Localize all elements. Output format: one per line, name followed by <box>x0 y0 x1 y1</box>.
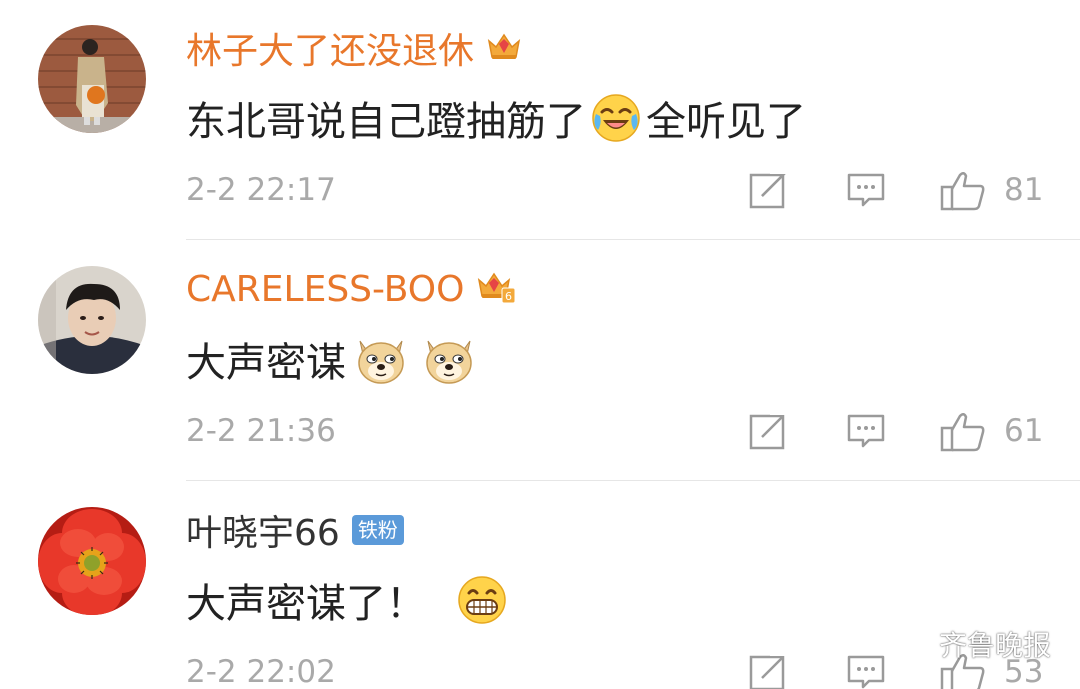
doge-emoji-icon <box>422 333 476 385</box>
watermark: 齐鲁晚报 <box>893 620 1051 668</box>
wechat-icon <box>893 627 933 661</box>
username[interactable]: 林子大了还没退休 <box>186 22 474 74</box>
thumbs-up-icon[interactable] <box>940 170 986 212</box>
comment-actions: 61 <box>748 407 1048 455</box>
iron-fan-badge: 铁粉 <box>351 515 404 545</box>
comment-icon[interactable] <box>846 411 886 451</box>
svg-text:6: 6 <box>505 290 512 303</box>
crown-vip-6-icon: 6 <box>476 270 516 308</box>
watermark-text: 齐鲁晚报 <box>939 629 1052 662</box>
comment-text-part: 全听见了 <box>646 99 806 145</box>
comment-text-part: 大声密谋了！ <box>186 581 426 627</box>
like-count: 81 <box>1004 172 1044 208</box>
timestamp: 2-2 22:02 <box>186 654 336 689</box>
doge-emoji-icon <box>354 333 408 385</box>
username[interactable]: CARELESS-BOO <box>186 269 464 310</box>
comment-item: CARELESS-BOO 6 大声密谋 2-2 21:36 61 <box>0 241 1080 481</box>
share-edit-icon[interactable] <box>748 170 788 210</box>
crown-vip-icon <box>486 31 522 65</box>
divider <box>186 480 1080 481</box>
username[interactable]: 叶晓宇66 <box>186 504 340 556</box>
comment-text-part: 东北哥说自己蹬抽筋了 <box>186 99 586 145</box>
divider <box>186 239 1080 240</box>
grin-emoji-icon <box>456 574 508 626</box>
avatar[interactable] <box>38 266 146 374</box>
thumbs-up-icon[interactable] <box>940 411 986 453</box>
comment-text: 东北哥说自己蹬抽筋了 全听见了 <box>186 90 806 146</box>
timestamp: 2-2 21:36 <box>186 413 336 449</box>
comment-text-part: 大声密谋 <box>186 340 346 386</box>
share-edit-icon[interactable] <box>748 652 788 689</box>
avatar[interactable] <box>38 25 146 133</box>
share-edit-icon[interactable] <box>748 411 788 451</box>
timestamp: 2-2 22:17 <box>186 172 336 208</box>
laugh-cry-emoji-icon <box>590 92 642 144</box>
comment-actions: 81 <box>748 166 1048 214</box>
comment-icon[interactable] <box>846 652 886 689</box>
comment-text: 大声密谋了！ <box>186 572 512 628</box>
like-count: 61 <box>1004 413 1044 449</box>
comment-text: 大声密谋 <box>186 331 480 387</box>
avatar[interactable] <box>38 507 146 615</box>
comment-feed: 林子大了还没退休 东北哥说自己蹬抽筋了 全听见了 2-2 22:17 81 CA… <box>0 0 1080 689</box>
comment-icon[interactable] <box>846 170 886 210</box>
comment-item: 林子大了还没退休 东北哥说自己蹬抽筋了 全听见了 2-2 22:17 81 <box>0 0 1080 240</box>
